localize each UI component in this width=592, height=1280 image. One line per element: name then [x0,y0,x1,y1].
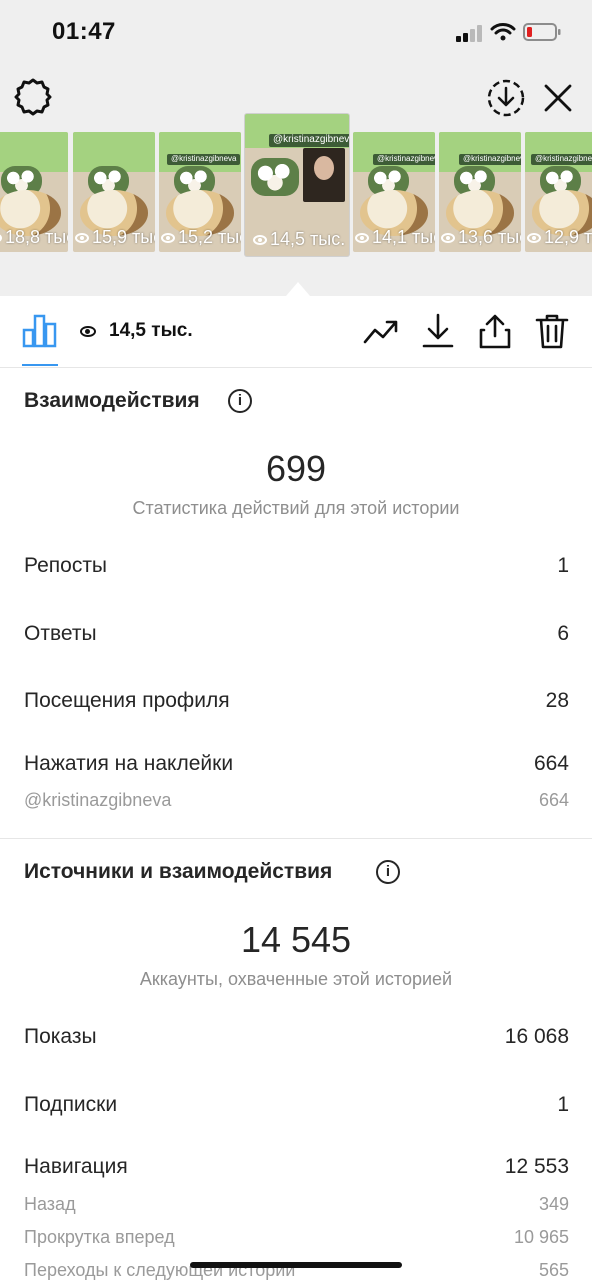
insights-bar-chart-icon[interactable] [22,312,58,348]
forward-value: 10 965 [513,1227,569,1247]
follows-value: 1 [557,1093,569,1116]
navigation-value: 12 553 [504,1155,569,1178]
sticker-mention-value: 664 [538,790,569,810]
profile-visits-value: 28 [545,689,569,712]
eye-icon [441,232,455,243]
sticker-taps-label: Нажатия на наклейки [24,752,234,775]
impressions-value: 16 068 [504,1025,569,1048]
story-header: 01:47 18,8 тыс. 15,9 тыс. [0,0,592,296]
story-thumbnail[interactable]: 15,9 тыс. [73,132,155,252]
story-view-count: 14,1 тыс. [355,227,435,248]
profile-visits-label: Посещения профиля [24,689,230,712]
reposts-label: Репосты [24,554,108,577]
cellular-signal-icon [456,24,484,42]
sticker-taps-value: 664 [533,752,569,775]
follows-label: Подписки [24,1093,118,1116]
sources-section: Источники и взаимодействия i 14 545 Акка… [0,839,592,1280]
reach-total: 14 545 [240,919,352,960]
story-portrait-photo [303,148,345,202]
story-view-count: 13,6 тыс. [441,227,521,248]
reach-caption: Аккаунты, охваченные этой историей [139,969,453,989]
story-mention-tag: @kristinazgibneva [373,154,435,165]
next-story-value: 565 [538,1260,569,1280]
forward-label: Прокрутка вперед [24,1227,175,1247]
eye-icon [161,232,175,243]
back-label: Назад [24,1194,76,1214]
story-thumbnail[interactable]: @kristinazgibneva 15,2 тыс. [159,132,241,252]
replies-label: Ответы [24,622,97,645]
active-tab-indicator [22,364,58,366]
impressions-label: Показы [24,1025,97,1048]
eye-icon [355,232,369,243]
interactions-caption: Статистика действий для этой истории [132,498,460,518]
sticker-mention-label: @kristinazgibneva [24,790,172,810]
eye-icon [527,232,541,243]
story-view-count: 12,9 тыс. [527,227,592,248]
story-mention-tag: @kristinazgibneva [531,154,592,165]
story-thumbnail[interactable]: 18,8 тыс. [0,132,68,252]
eye-icon [75,232,89,243]
eye-icon [253,234,267,245]
close-icon[interactable] [540,80,576,116]
interactions-section: Взаимодействия i 699 Статистика действий… [0,368,592,838]
story-thumbnail-strip[interactable]: 18,8 тыс. 15,9 тыс. @kristinazgibneva 15… [0,114,592,286]
story-thumbnail[interactable]: @kristinazgibneva 13,6 тыс. [439,132,521,252]
story-mention-tag: @kristinazgibneva [269,134,349,147]
info-icon[interactable]: i [228,389,252,413]
save-to-device-icon[interactable] [486,78,526,118]
section-title: Взаимодействия [24,389,200,412]
story-action-bar: 14,5 тыс. [0,296,592,368]
home-indicator[interactable] [190,1262,402,1268]
eye-icon [0,232,2,243]
reposts-value: 1 [557,554,569,577]
status-bar: 01:47 [0,0,592,64]
story-mention-tag: @kristinazgibneva [167,154,241,165]
wifi-icon [490,23,516,41]
status-time: 01:47 [52,18,116,45]
story-view-count: 18,8 тыс. [0,227,68,248]
share-icon[interactable] [476,312,514,350]
story-view-count: 14,5 тыс. [253,229,345,250]
view-summary: 14,5 тыс. [80,320,193,342]
view-count: 14,5 тыс. [109,320,193,341]
section-title: Источники и взаимодействия [24,860,333,883]
trend-arrow-icon[interactable] [362,312,400,350]
story-thumbnail[interactable]: @kristinazgibneva 14,1 тыс. [353,132,435,252]
story-view-count: 15,2 тыс. [161,227,241,248]
story-view-count: 15,9 тыс. [75,227,155,248]
download-icon[interactable] [419,312,457,350]
back-value: 349 [538,1194,569,1214]
story-mention-tag: @kristinazgibneva [459,154,521,165]
replies-value: 6 [557,622,569,645]
eye-icon [80,325,96,337]
selected-story-pointer [286,282,310,296]
story-thumbnail[interactable]: @kristinazgibneva 12,9 тыс. [525,132,592,252]
interactions-total: 699 [265,448,327,489]
info-icon[interactable]: i [376,860,400,884]
battery-icon [523,23,561,41]
settings-gear-icon[interactable] [14,78,52,116]
trash-icon[interactable] [533,312,571,350]
navigation-label: Навигация [24,1155,128,1178]
story-thumbnail-selected[interactable]: @kristinazgibneva 14,5 тыс. [245,114,349,256]
